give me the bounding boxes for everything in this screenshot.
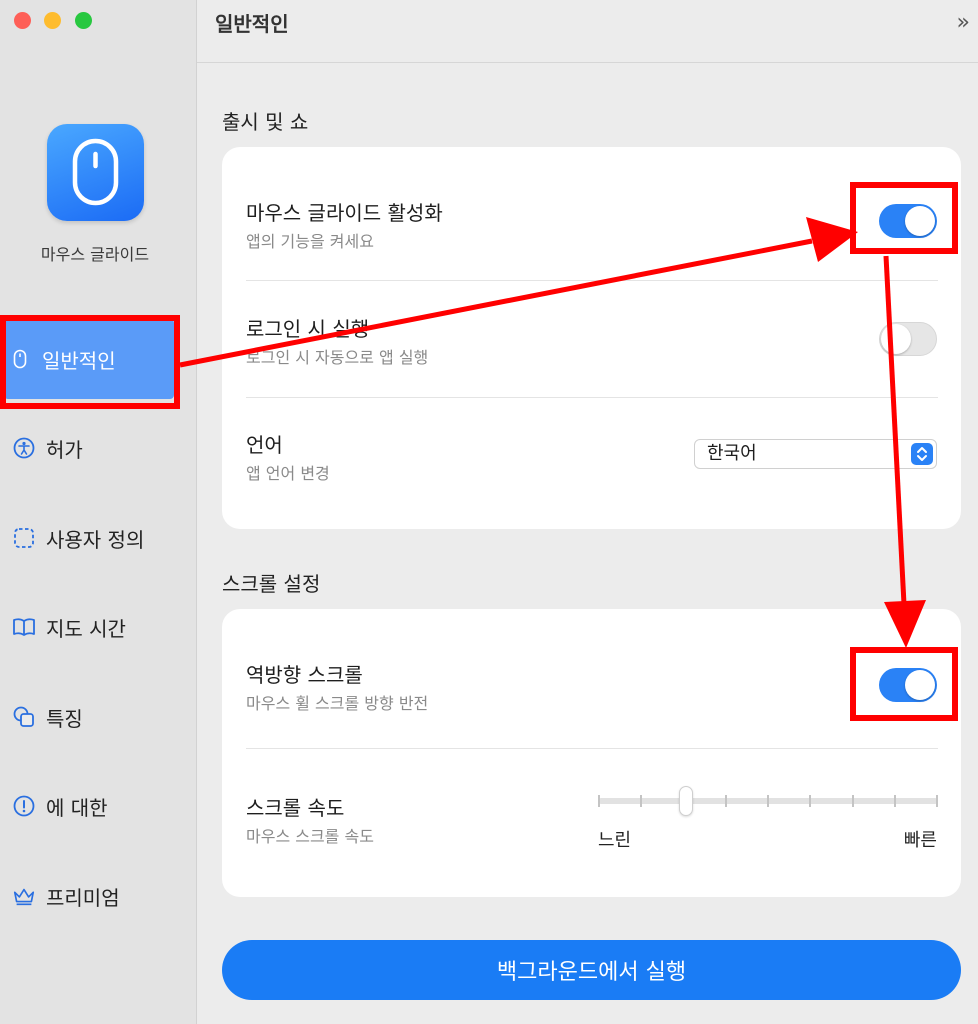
setting-row-login: 로그인 시 실행 로그인 시 자동으로 앱 실행 <box>222 281 961 397</box>
sidebar-item-permissions[interactable]: 허가 <box>8 413 178 483</box>
reverse-scroll-toggle[interactable] <box>879 668 937 702</box>
accessibility-icon <box>12 436 36 460</box>
language-select[interactable]: 한국어 <box>694 439 937 469</box>
sidebar-item-label: 사용자 정의 <box>46 527 145 552</box>
slider-tick <box>936 795 938 807</box>
settings-window: 마우스 글라이드 일반적인 허가 사용자 정의 지도 시간 특징 에 대한 프리… <box>0 0 978 1024</box>
sidebar-item-label: 특징 <box>46 706 83 731</box>
run-in-background-button[interactable]: 백그라운드에서 실행 <box>222 940 961 1000</box>
toggle-knob <box>905 206 935 236</box>
setting-title: 역방향 스크롤 <box>246 663 363 687</box>
sidebar-item-label: 지도 시간 <box>46 616 126 641</box>
crown-icon <box>12 884 36 908</box>
setting-row-reverse-scroll: 역방향 스크롤 마우스 휠 스크롤 방향 반전 <box>222 609 961 748</box>
section-title-scroll: 스크롤 설정 <box>222 572 321 596</box>
sidebar-item-label: 일반적인 <box>42 348 116 373</box>
sidebar-item-about[interactable]: 에 대한 <box>8 771 178 841</box>
close-window-button[interactable] <box>14 12 31 29</box>
book-icon <box>12 615 36 639</box>
sidebar-item-customize[interactable]: 사용자 정의 <box>8 503 178 573</box>
info-icon <box>12 794 36 818</box>
scroll-settings-card: 역방향 스크롤 마우스 휠 스크롤 방향 반전 스크롤 속도 마우스 스크롤 속… <box>222 609 961 897</box>
setting-row-enable: 마우스 글라이드 활성화 앱의 기능을 켜세요 <box>222 147 961 280</box>
app-name: 마우스 글라이드 <box>40 245 150 264</box>
chevron-double-right-icon[interactable]: » <box>957 10 971 35</box>
minimize-window-button[interactable] <box>44 12 61 29</box>
slider-tick <box>640 795 643 807</box>
mouse-icon <box>8 347 32 371</box>
sidebar-item-premium[interactable]: 프리미엄 <box>8 861 178 931</box>
page-title: 일반적인 <box>215 12 289 36</box>
sidebar-item-label: 프리미엄 <box>46 885 120 910</box>
sidebar-item-general[interactable]: 일반적인 <box>4 319 174 399</box>
sidebar-item-features[interactable]: 특징 <box>8 682 178 752</box>
setting-subtitle: 앱의 기능을 켜세요 <box>246 232 374 251</box>
setting-subtitle: 앱 언어 변경 <box>246 464 330 483</box>
setting-title: 스크롤 속도 <box>246 796 345 820</box>
slider-tick <box>809 795 812 807</box>
mouse-icon <box>72 138 119 206</box>
slider-min-label: 느린 <box>598 830 632 851</box>
slider-tick <box>767 795 769 807</box>
slider-tick <box>724 795 727 807</box>
setting-row-language: 언어 앱 언어 변경 한국어 <box>222 398 961 529</box>
toolbar: 일반적인 » <box>197 0 978 63</box>
setting-subtitle: 마우스 스크롤 속도 <box>246 827 374 846</box>
shapes-icon <box>12 705 36 729</box>
zoom-window-button[interactable] <box>75 12 92 29</box>
app-icon <box>47 124 144 221</box>
setting-subtitle: 로그인 시 자동으로 앱 실행 <box>246 348 429 367</box>
section-title-launch: 출시 및 쇼 <box>222 110 309 134</box>
slider-thumb[interactable] <box>679 786 694 816</box>
dashed-square-icon <box>12 526 36 550</box>
scroll-speed-slider[interactable] <box>598 786 938 816</box>
launch-settings-card: 마우스 글라이드 활성화 앱의 기능을 켜세요 로그인 시 실행 로그인 시 자… <box>222 147 961 529</box>
setting-row-scroll-speed: 스크롤 속도 마우스 스크롤 속도 느린 빠른 <box>222 749 961 897</box>
setting-title: 언어 <box>246 433 283 457</box>
setting-title: 로그인 시 실행 <box>246 317 370 341</box>
toggle-knob <box>905 670 935 700</box>
setting-title: 마우스 글라이드 활성화 <box>246 201 443 225</box>
sidebar-item-label: 허가 <box>46 437 83 462</box>
toggle-knob <box>881 324 911 354</box>
chevron-up-down-icon <box>911 443 933 465</box>
launch-at-login-toggle[interactable] <box>879 322 937 356</box>
slider-tick <box>598 795 600 807</box>
sidebar: 마우스 글라이드 일반적인 허가 사용자 정의 지도 시간 특징 에 대한 프리… <box>0 0 197 1024</box>
sidebar-item-tutorial[interactable]: 지도 시간 <box>8 592 178 662</box>
enable-app-toggle[interactable] <box>879 204 937 238</box>
setting-subtitle: 마우스 휠 스크롤 방향 반전 <box>246 694 429 713</box>
sidebar-item-label: 에 대한 <box>46 795 108 820</box>
slider-tick <box>851 795 854 807</box>
language-select-value: 한국어 <box>707 443 757 464</box>
slider-max-label: 빠른 <box>903 830 937 851</box>
slider-tick <box>893 795 896 807</box>
